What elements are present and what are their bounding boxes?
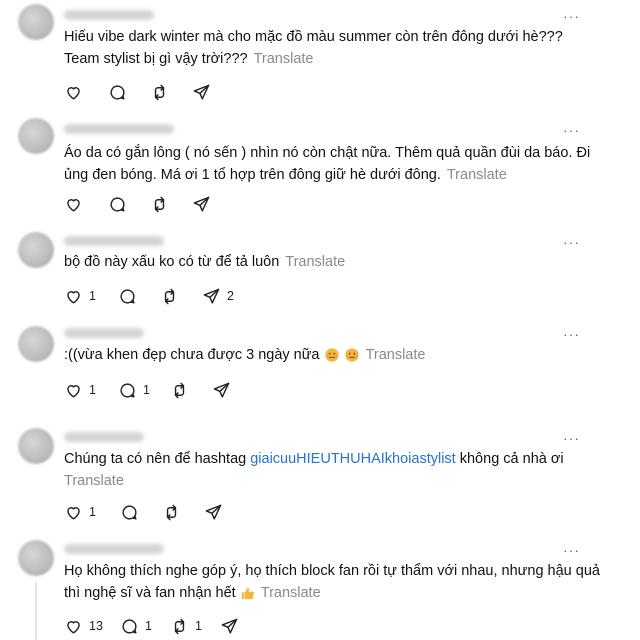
heart-icon <box>64 381 83 400</box>
avatar[interactable] <box>18 232 54 268</box>
reply-button[interactable] <box>118 284 143 308</box>
avatar[interactable] <box>18 326 54 362</box>
username[interactable] <box>64 432 144 442</box>
avatar[interactable] <box>18 540 54 576</box>
thread-line <box>35 582 37 640</box>
username[interactable] <box>64 10 154 20</box>
share-icon <box>204 503 223 522</box>
repost-icon <box>162 503 181 522</box>
comment-text: Chúng ta có nên để hashtag giaicuuHIEUTH… <box>64 451 564 489</box>
share-icon <box>220 617 239 636</box>
share-button[interactable] <box>192 192 217 216</box>
like-button[interactable] <box>64 80 89 104</box>
more-icon[interactable]: ··· <box>563 431 580 445</box>
thumbs-up-emoji <box>240 586 255 601</box>
more-icon[interactable]: ··· <box>563 327 580 341</box>
sad-face-emoji <box>344 347 360 363</box>
comment-text: Hiếu vibe dark winter mà cho mặc đồ màu … <box>64 29 563 67</box>
share-button[interactable] <box>220 614 245 638</box>
reply-button[interactable] <box>108 192 133 216</box>
share-button[interactable]: 2 <box>202 284 234 308</box>
repost-button[interactable]: 1 <box>170 614 202 638</box>
reply-button[interactable]: 1 <box>118 378 150 402</box>
sad-face-emoji <box>324 347 340 363</box>
repost-icon <box>170 617 189 636</box>
comment-text: bộ đồ này xấu ko có từ để tả luôn Transla… <box>64 254 346 270</box>
share-button[interactable] <box>192 80 217 104</box>
avatar[interactable] <box>18 118 54 154</box>
comment-icon <box>108 83 127 102</box>
like-button[interactable]: 1 <box>64 284 96 308</box>
repost-button[interactable] <box>162 500 187 524</box>
reply-button[interactable] <box>108 80 133 104</box>
username[interactable] <box>64 328 144 338</box>
heart-icon <box>64 83 83 102</box>
comment-text: Áo da có gắn lông ( nó sến ) nhìn nó còn… <box>64 145 591 183</box>
heart-icon <box>64 503 83 522</box>
comment-text: :((vừa khen đẹp chưa được 3 ngày nữa Tra… <box>64 347 426 363</box>
comment-icon <box>118 287 137 306</box>
share-icon <box>192 195 211 214</box>
repost-icon <box>150 83 169 102</box>
heart-icon <box>64 287 83 306</box>
share-button[interactable] <box>204 500 229 524</box>
avatar[interactable] <box>18 428 54 464</box>
comment-icon <box>120 503 139 522</box>
share-icon <box>212 381 231 400</box>
translate-link[interactable]: Translate <box>447 167 507 183</box>
more-icon[interactable]: ··· <box>563 543 580 557</box>
reply-button[interactable] <box>120 500 145 524</box>
username[interactable] <box>64 236 164 246</box>
share-icon <box>192 83 211 102</box>
translate-link[interactable]: Translate <box>254 51 314 67</box>
heart-icon <box>64 617 83 636</box>
username[interactable] <box>64 124 174 134</box>
like-button[interactable]: 1 <box>64 378 96 402</box>
username[interactable] <box>64 544 164 554</box>
share-icon <box>202 287 221 306</box>
more-icon[interactable]: ··· <box>563 235 580 249</box>
like-button[interactable]: 1 <box>64 500 96 524</box>
repost-button[interactable] <box>150 80 175 104</box>
hashtag-link[interactable]: giaicuuHIEUTHUHAIkhoiastylist <box>250 451 455 467</box>
repost-button[interactable] <box>170 378 195 402</box>
repost-icon <box>170 381 189 400</box>
like-button[interactable]: 13 <box>64 614 103 638</box>
comment-icon <box>120 617 139 636</box>
more-icon[interactable]: ··· <box>563 123 580 137</box>
avatar[interactable] <box>18 4 54 40</box>
comment-icon <box>118 381 137 400</box>
repost-icon <box>160 287 179 306</box>
like-button[interactable] <box>64 192 89 216</box>
translate-link[interactable]: Translate <box>285 254 345 270</box>
comment-text: Họ không thích nghe góp ý, họ thích bloc… <box>64 563 600 601</box>
share-button[interactable] <box>212 378 237 402</box>
more-icon[interactable]: ··· <box>563 9 580 23</box>
translate-link[interactable]: Translate <box>64 473 124 489</box>
translate-link[interactable]: Translate <box>261 585 321 601</box>
repost-button[interactable] <box>150 192 175 216</box>
translate-link[interactable]: Translate <box>366 347 426 363</box>
repost-icon <box>150 195 169 214</box>
comment-icon <box>108 195 127 214</box>
repost-button[interactable] <box>160 284 185 308</box>
heart-icon <box>64 195 83 214</box>
reply-button[interactable]: 1 <box>120 614 152 638</box>
